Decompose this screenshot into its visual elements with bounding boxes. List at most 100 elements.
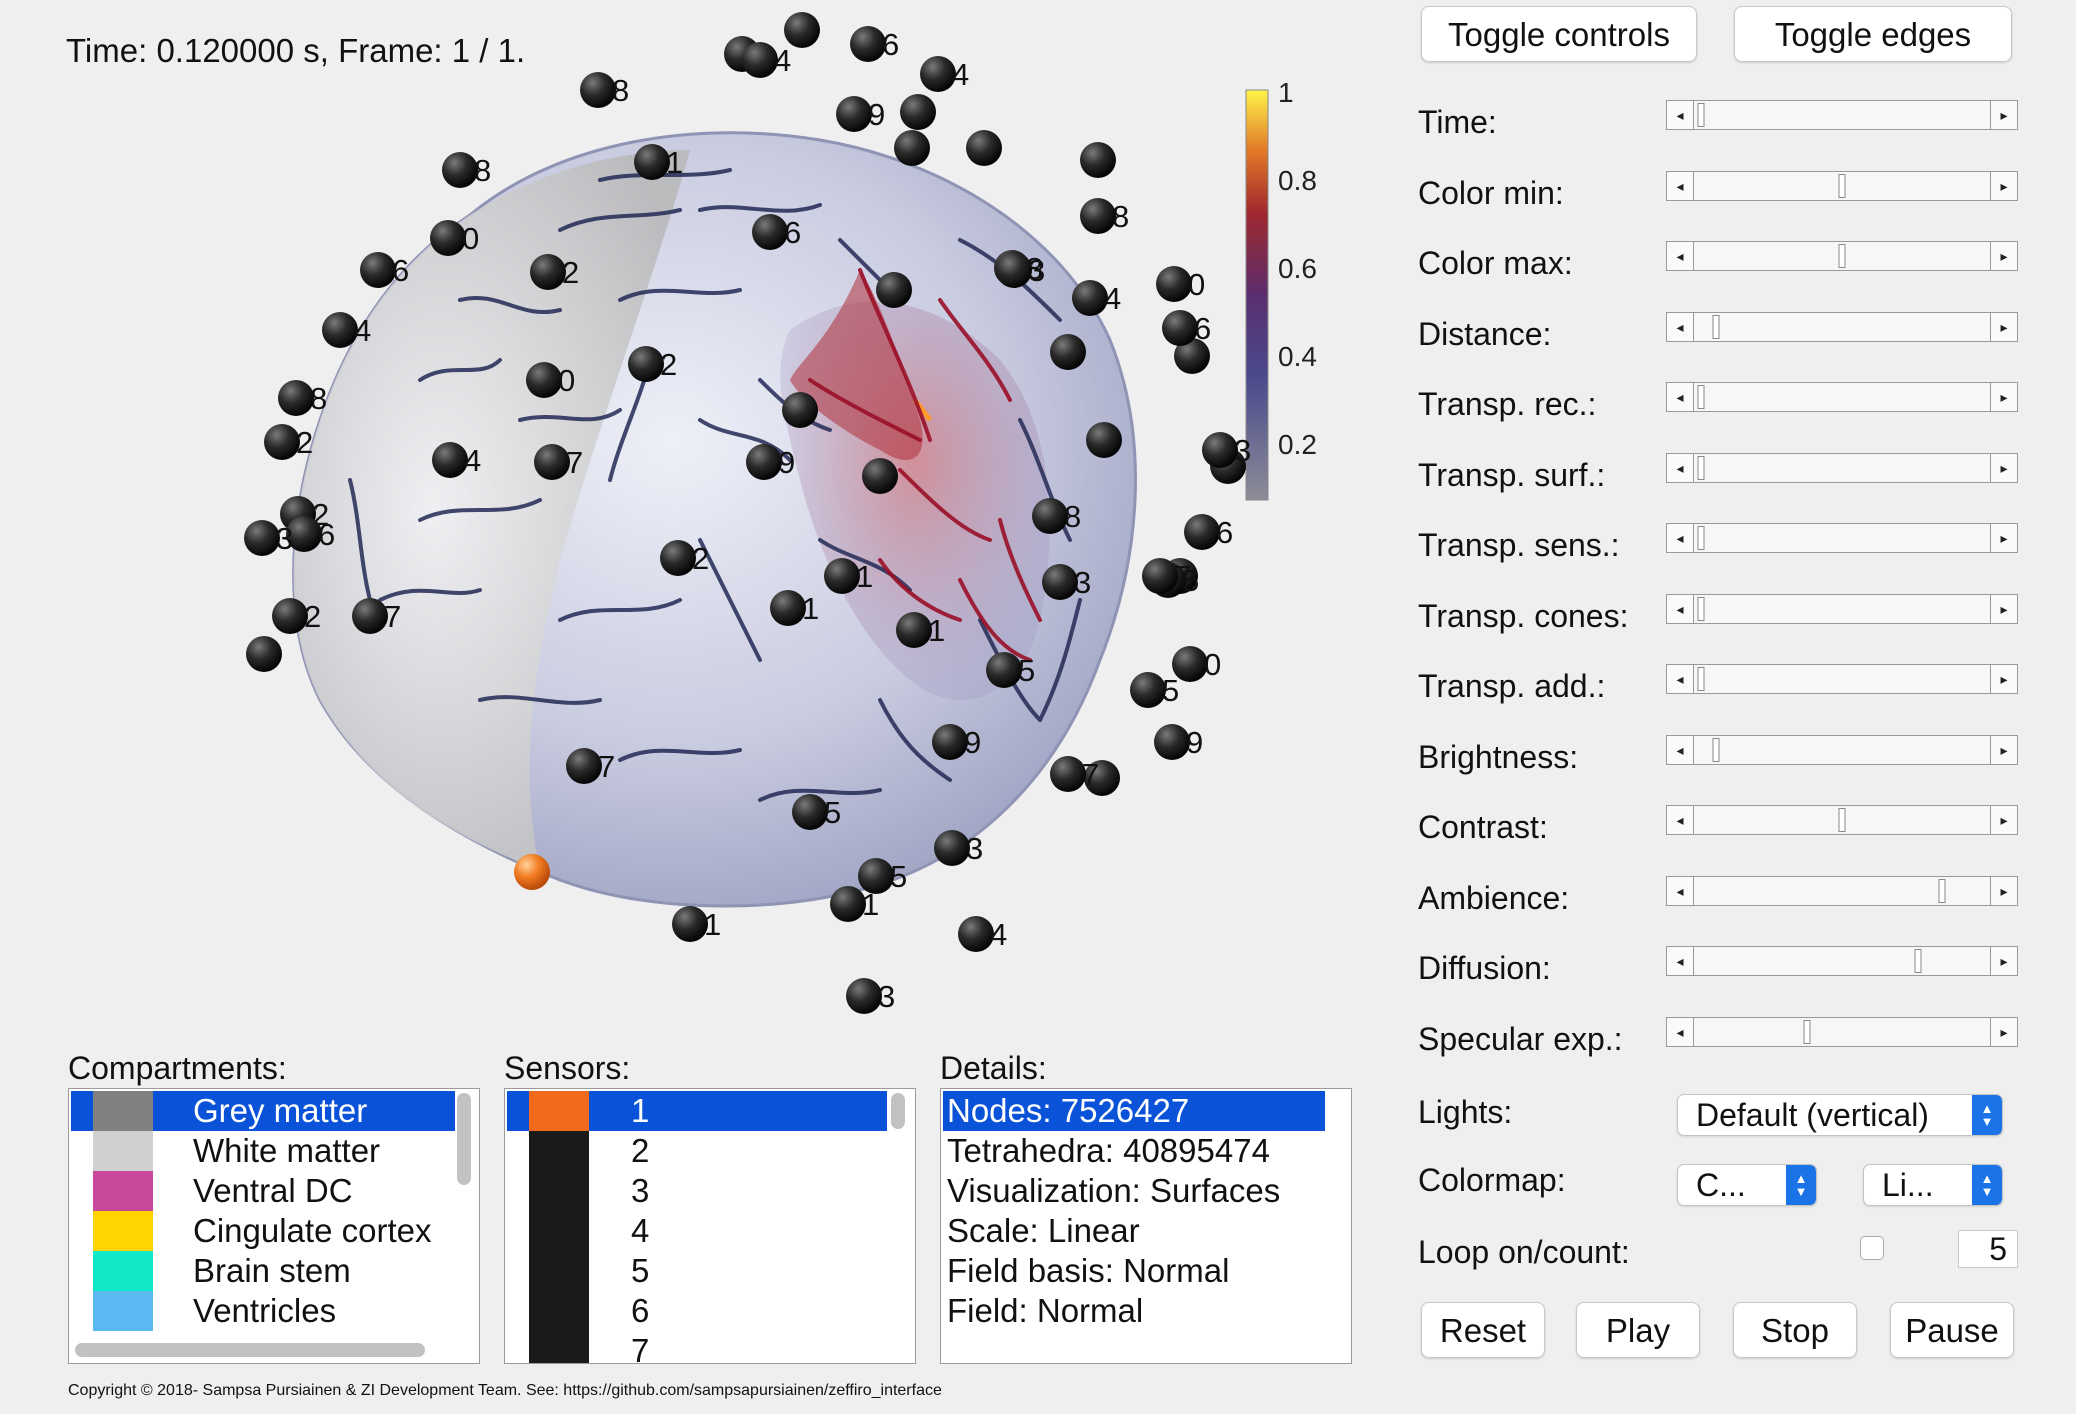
compartment-item[interactable]: White matter (71, 1131, 455, 1171)
compartment-item[interactable]: Ventral DC (71, 1171, 455, 1211)
slider-thumb[interactable] (1697, 385, 1705, 409)
slider[interactable]: ◂ ▸ (1666, 452, 2018, 483)
brain-render[interactable]: 10.80.60.40.2 4 6488689410284060628334272… (0, 0, 1400, 1040)
slider[interactable]: ◂ ▸ (1666, 946, 2018, 976)
detail-item[interactable]: Field: Normal (943, 1291, 1349, 1331)
slider[interactable]: ◂ ▸ (1666, 593, 2018, 624)
arrow-right-icon[interactable]: ▸ (1990, 876, 2017, 905)
arrow-left-icon[interactable]: ◂ (1667, 242, 1694, 270)
slider-track[interactable] (1695, 877, 1989, 905)
toggle-controls-button[interactable]: Toggle controls (1421, 6, 1697, 62)
sensor-item[interactable]: 1 (507, 1091, 887, 1131)
slider-track[interactable] (1695, 736, 1989, 764)
arrow-right-icon[interactable]: ▸ (1990, 806, 2017, 834)
play-button[interactable]: Play (1576, 1302, 1700, 1358)
details-list[interactable]: Nodes: 7526427 Tetrahedra: 40895474 Visual… (940, 1088, 1352, 1364)
slider-thumb[interactable] (1838, 808, 1846, 832)
arrow-left-icon[interactable]: ◂ (1667, 735, 1694, 764)
slider-thumb[interactable] (1712, 737, 1720, 762)
sensor-item[interactable]: 5 (507, 1251, 887, 1291)
arrow-left-icon[interactable]: ◂ (1667, 524, 1694, 552)
reset-button[interactable]: Reset (1421, 1302, 1545, 1358)
slider-track[interactable] (1695, 172, 1989, 200)
slider-track[interactable] (1695, 806, 1989, 834)
arrow-right-icon[interactable]: ▸ (1990, 101, 2017, 129)
loop-count-input[interactable]: 5 (1958, 1230, 2018, 1268)
slider[interactable]: ◂ ▸ (1666, 241, 2018, 271)
slider[interactable]: ◂ ▸ (1666, 805, 2018, 835)
slider[interactable]: ◂ ▸ (1666, 523, 2018, 553)
slider[interactable]: ◂ ▸ (1666, 311, 2018, 342)
compartment-item[interactable]: Ventricles (71, 1291, 455, 1331)
lights-select[interactable]: Default (vertical) ▲ ▼ (1677, 1094, 2003, 1136)
stop-button[interactable]: Stop (1733, 1302, 1857, 1358)
visualization-viewport[interactable]: Time: 0.120000 s, Frame: 1 / 1. 1 0.8 0.… (0, 0, 1400, 1040)
slider[interactable]: ◂ ▸ (1666, 664, 2018, 694)
slider-track[interactable] (1695, 242, 1989, 270)
compartments-list[interactable]: Grey matter White matter Ventral DC Cingula… (68, 1088, 480, 1364)
slider[interactable]: ◂ ▸ (1666, 734, 2018, 765)
arrow-left-icon[interactable]: ◂ (1667, 665, 1694, 693)
loop-checkbox[interactable] (1860, 1236, 1884, 1260)
slider-thumb[interactable] (1914, 949, 1922, 973)
arrow-left-icon[interactable]: ◂ (1667, 312, 1694, 341)
slider-track[interactable] (1695, 595, 1989, 623)
arrow-right-icon[interactable]: ▸ (1990, 524, 2017, 552)
detail-item[interactable]: Field basis: Normal (943, 1251, 1349, 1291)
slider[interactable]: ◂ ▸ (1666, 382, 2018, 412)
compartments-hscroll[interactable] (75, 1343, 425, 1357)
sensors-list[interactable]: 1234567 (504, 1088, 916, 1364)
arrow-left-icon[interactable]: ◂ (1667, 594, 1694, 623)
detail-item[interactable]: Scale: Linear (943, 1211, 1349, 1251)
sensor-item[interactable]: 3 (507, 1171, 887, 1211)
sensor-item[interactable]: 2 (507, 1131, 887, 1171)
detail-item[interactable]: Nodes: 7526427 (943, 1091, 1325, 1131)
arrow-left-icon[interactable]: ◂ (1667, 101, 1694, 129)
slider-thumb[interactable] (1712, 314, 1720, 339)
arrow-left-icon[interactable]: ◂ (1667, 1017, 1694, 1046)
colormap-select[interactable]: C... ▲ ▼ (1677, 1164, 1817, 1206)
slider-thumb[interactable] (1838, 173, 1846, 198)
slider-track[interactable] (1695, 524, 1989, 552)
compartment-item[interactable]: Grey matter (71, 1091, 455, 1131)
compartment-item[interactable]: Brain stem (71, 1251, 455, 1291)
arrow-right-icon[interactable]: ▸ (1990, 453, 2017, 482)
colormap-scale-select[interactable]: Li... ▲ ▼ (1863, 1164, 2003, 1206)
slider[interactable]: ◂ ▸ (1666, 170, 2018, 201)
arrow-left-icon[interactable]: ◂ (1667, 383, 1694, 411)
arrow-left-icon[interactable]: ◂ (1667, 453, 1694, 482)
arrow-right-icon[interactable]: ▸ (1990, 171, 2017, 200)
sensor-item[interactable]: 7 (507, 1331, 887, 1363)
arrow-right-icon[interactable]: ▸ (1990, 594, 2017, 623)
slider-thumb[interactable] (1697, 596, 1705, 621)
slider[interactable]: ◂ ▸ (1666, 875, 2018, 906)
arrow-left-icon[interactable]: ◂ (1667, 876, 1694, 905)
slider-thumb[interactable] (1697, 667, 1705, 691)
slider-thumb[interactable] (1697, 455, 1705, 480)
arrow-right-icon[interactable]: ▸ (1990, 312, 2017, 341)
arrow-right-icon[interactable]: ▸ (1990, 383, 2017, 411)
slider-track[interactable] (1695, 101, 1989, 129)
toggle-edges-button[interactable]: Toggle edges (1734, 6, 2012, 62)
slider-track[interactable] (1695, 383, 1989, 411)
slider-track[interactable] (1695, 313, 1989, 341)
arrow-left-icon[interactable]: ◂ (1667, 947, 1694, 975)
detail-item[interactable]: Tetrahedra: 40895474 (943, 1131, 1349, 1171)
arrow-right-icon[interactable]: ▸ (1990, 665, 2017, 693)
slider-track[interactable] (1695, 1018, 1989, 1046)
sensor-item[interactable]: 6 (507, 1291, 887, 1331)
slider-thumb[interactable] (1697, 526, 1705, 550)
slider-track[interactable] (1695, 947, 1989, 975)
slider-thumb[interactable] (1938, 878, 1946, 903)
compartment-item[interactable]: Cingulate cortex (71, 1211, 455, 1251)
arrow-right-icon[interactable]: ▸ (1990, 242, 2017, 270)
slider-thumb[interactable] (1697, 103, 1705, 127)
arrow-left-icon[interactable]: ◂ (1667, 806, 1694, 834)
arrow-right-icon[interactable]: ▸ (1990, 947, 2017, 975)
slider[interactable]: ◂ ▸ (1666, 1016, 2018, 1047)
arrow-right-icon[interactable]: ▸ (1990, 735, 2017, 764)
sensor-item[interactable]: 4 (507, 1211, 887, 1251)
slider-thumb[interactable] (1803, 1019, 1811, 1044)
slider-track[interactable] (1695, 665, 1989, 693)
pause-button[interactable]: Pause (1890, 1302, 2014, 1358)
